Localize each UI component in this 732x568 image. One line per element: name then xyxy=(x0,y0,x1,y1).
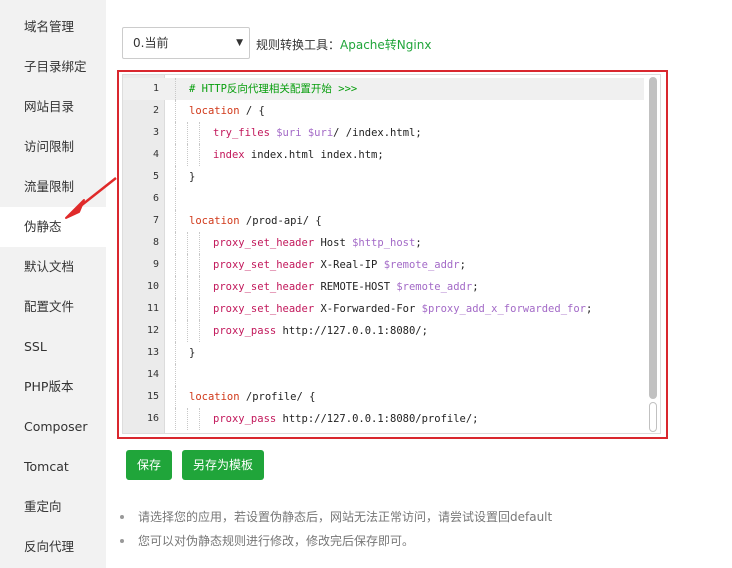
sidebar-item[interactable]: 反向代理 xyxy=(0,527,106,567)
tip-item: 您可以对伪静态规则进行修改，修改完后保存即可。 xyxy=(120,530,552,554)
save-button[interactable]: 保存 xyxy=(126,450,173,480)
sidebar-item[interactable]: 重定向 xyxy=(0,487,106,527)
sidebar-item[interactable]: Tomcat xyxy=(0,447,106,487)
sidebar-item[interactable]: 伪静态 xyxy=(0,207,106,247)
sidebar: 域名管理 子目录绑定 网站目录 访问限制 流量限制 伪静态 默认文档 配置文件 SSL PHP版本… xyxy=(0,0,106,568)
rule-template-select[interactable]: 0.当前 ▼ xyxy=(122,27,250,59)
sidebar-item[interactable]: 访问限制 xyxy=(0,127,106,167)
apache-to-nginx-link[interactable]: Apache转Nginx xyxy=(340,38,431,52)
sidebar-item[interactable]: SSL xyxy=(0,327,106,367)
sidebar-item[interactable]: 流量限制 xyxy=(0,167,106,207)
highlight-frame xyxy=(117,70,668,439)
rule-convert-tool: 规则转换工具：Apache转Nginx xyxy=(256,36,431,53)
sidebar-item[interactable]: 网站目录 xyxy=(0,87,106,127)
tip-text: 请选择您的应用，若设置伪静态后，网站无法正常访问，请尝试设置回default xyxy=(138,510,553,524)
sidebar-item[interactable]: PHP版本 xyxy=(0,367,106,407)
rule-convert-label: 规则转换工具： xyxy=(256,38,341,52)
sidebar-item[interactable]: 配置文件 xyxy=(0,287,106,327)
tip-text: 您可以对伪静态规则进行修改，修改完后保存即可。 xyxy=(138,534,415,548)
bullet-icon xyxy=(120,515,124,519)
bullet-icon xyxy=(120,539,124,543)
sidebar-item[interactable]: Composer xyxy=(0,407,106,447)
save-as-template-button[interactable]: 另存为模板 xyxy=(182,450,265,480)
sidebar-item[interactable]: 子目录绑定 xyxy=(0,47,106,87)
tips-list: 请选择您的应用，若设置伪静态后，网站无法正常访问，请尝试设置回default 您可… xyxy=(120,506,552,554)
sidebar-item[interactable]: 默认文档 xyxy=(0,247,106,287)
sidebar-item[interactable]: 域名管理 xyxy=(0,7,106,47)
select-value: 0.当前 xyxy=(133,36,169,50)
tip-item: 请选择您的应用，若设置伪静态后，网站无法正常访问，请尝试设置回default xyxy=(120,506,552,530)
caret-down-icon: ▼ xyxy=(236,38,243,48)
